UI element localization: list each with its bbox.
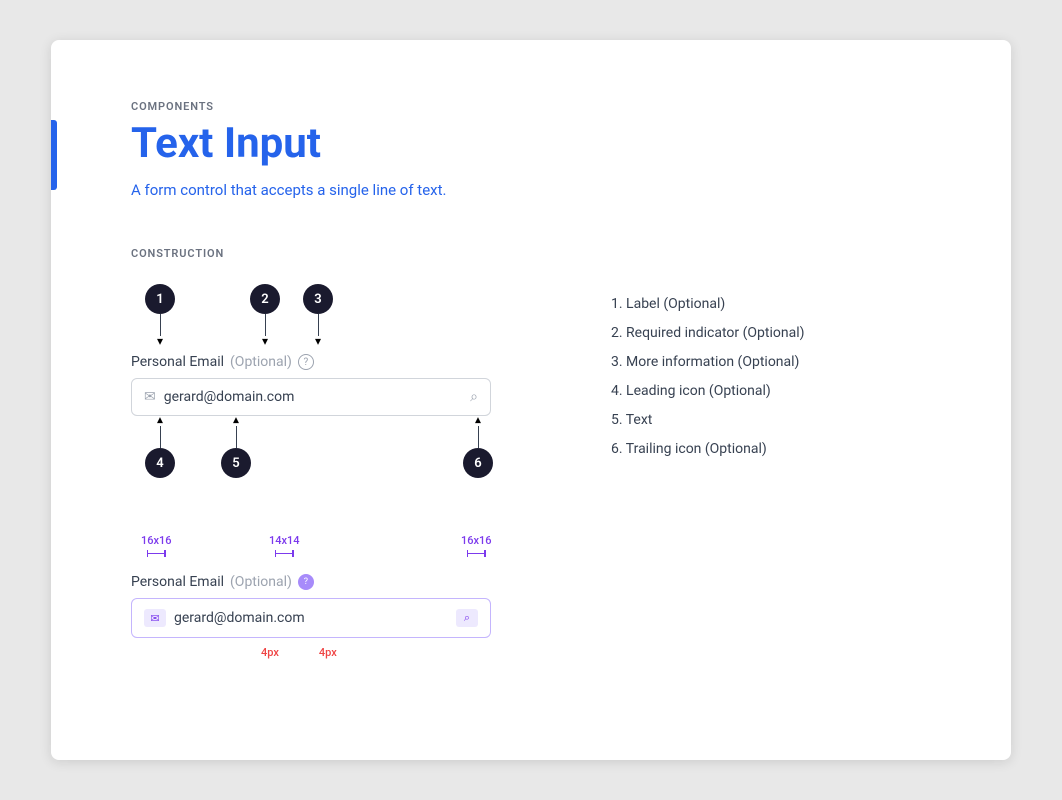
annot-label-optional: (Optional) xyxy=(230,574,292,590)
text-input-field[interactable]: ✉ gerard@domain.com ⌕ xyxy=(131,378,491,416)
arrow-2 xyxy=(265,314,266,336)
annot-label-row: Personal Email (Optional) ? xyxy=(131,574,551,590)
top-bubbles-row: 1 ▾ 2 ▾ 3 xyxy=(131,284,501,354)
spacing-label-1: 4px xyxy=(261,646,279,659)
page-title: Text Input xyxy=(131,121,931,167)
bubble-6-col: ▾ 6 xyxy=(463,416,493,478)
bubble-5-col: ▾ 5 xyxy=(221,416,251,478)
list-item-5: 5. Text xyxy=(611,410,931,431)
size-label-2-col: 14x14 xyxy=(269,534,300,557)
arrow-head-5: ▾ xyxy=(233,414,239,428)
arrow-head-6: ▾ xyxy=(475,414,481,428)
size-label-3-col: 16x16 xyxy=(461,534,492,557)
input-value: gerard@domain.com xyxy=(164,389,462,405)
h-bracket-2 xyxy=(275,550,294,557)
blue-accent-bar xyxy=(51,120,57,190)
bottom-bubbles-row: ▾ 4 ▾ 5 ▾ xyxy=(131,416,501,486)
annot-input-value: gerard@domain.com xyxy=(174,610,448,626)
bubble-1: 1 xyxy=(145,284,175,314)
list-item-3: 3. More information (Optional) xyxy=(611,352,931,373)
arrow-head-2: ▾ xyxy=(262,334,268,348)
bubble-2: 2 xyxy=(250,284,280,314)
annot-lead-icon: ✉ xyxy=(144,609,166,627)
bubble-4-col: ▾ 4 xyxy=(145,416,175,478)
arrow-5 xyxy=(236,426,237,448)
spacing-label-2: 4px xyxy=(319,646,337,659)
page-container: COMPONENTS Text Input A form control tha… xyxy=(51,40,1011,760)
bubble-3-col: 3 ▾ xyxy=(303,284,333,348)
bubble-6: 6 xyxy=(463,448,493,478)
construction-label: CONSTRUCTION xyxy=(131,247,931,260)
diagram-area: 1 ▾ 2 ▾ 3 xyxy=(131,284,931,659)
annot-trail-icon: ⌕ xyxy=(456,609,478,627)
annot-label-text: Personal Email xyxy=(131,574,224,590)
size-labels-row: 16x16 14x14 xyxy=(131,534,501,574)
size-label-1-col: 16x16 xyxy=(141,534,172,557)
size-label-3: 16x16 xyxy=(461,534,492,547)
bubble-4: 4 xyxy=(145,448,175,478)
section-label: COMPONENTS xyxy=(131,100,931,113)
input-label-optional: (Optional) xyxy=(230,354,292,370)
annotation-section: 16x16 14x14 xyxy=(131,534,551,659)
arrow-head-3: ▾ xyxy=(315,334,321,348)
items-list: 1. Label (Optional) 2. Required indicato… xyxy=(611,284,931,468)
arrow-3 xyxy=(318,314,319,336)
arrow-6 xyxy=(478,426,479,448)
annot-info-icon[interactable]: ? xyxy=(298,574,314,590)
construction-list: 1. Label (Optional) 2. Required indicato… xyxy=(611,294,931,460)
bubble-1-col: 1 ▾ xyxy=(145,284,175,348)
list-item-1: 1. Label (Optional) xyxy=(611,294,931,315)
annotation-field[interactable]: ✉ gerard@domain.com ⌕ xyxy=(131,598,491,638)
construction-diagram: 1 ▾ 2 ▾ 3 xyxy=(131,284,551,659)
info-icon[interactable]: ? xyxy=(298,354,314,370)
bubble-5: 5 xyxy=(221,448,251,478)
input-label-text: Personal Email xyxy=(131,354,224,370)
trail-icon: ⌕ xyxy=(470,389,478,405)
arrow-head-4: ▾ xyxy=(157,414,163,428)
arrow-4 xyxy=(160,426,161,448)
input-label-row: Personal Email (Optional) ? xyxy=(131,354,551,370)
size-label-1: 16x16 xyxy=(141,534,172,547)
bubble-3: 3 xyxy=(303,284,333,314)
h-bracket-1 xyxy=(147,550,166,557)
bubble-2-col: 2 ▾ xyxy=(250,284,280,348)
spacing-row: 4px 4px xyxy=(131,646,551,659)
list-item-2: 2. Required indicator (Optional) xyxy=(611,323,931,344)
page-subtitle: A form control that accepts a single lin… xyxy=(131,181,931,199)
arrow-1 xyxy=(160,314,161,336)
arrow-head-1: ▾ xyxy=(157,334,163,348)
h-bracket-3 xyxy=(467,550,486,557)
size-label-2: 14x14 xyxy=(269,534,300,547)
lead-icon: ✉ xyxy=(144,389,156,405)
list-item-6: 6. Trailing icon (Optional) xyxy=(611,439,931,460)
list-item-4: 4. Leading icon (Optional) xyxy=(611,381,931,402)
